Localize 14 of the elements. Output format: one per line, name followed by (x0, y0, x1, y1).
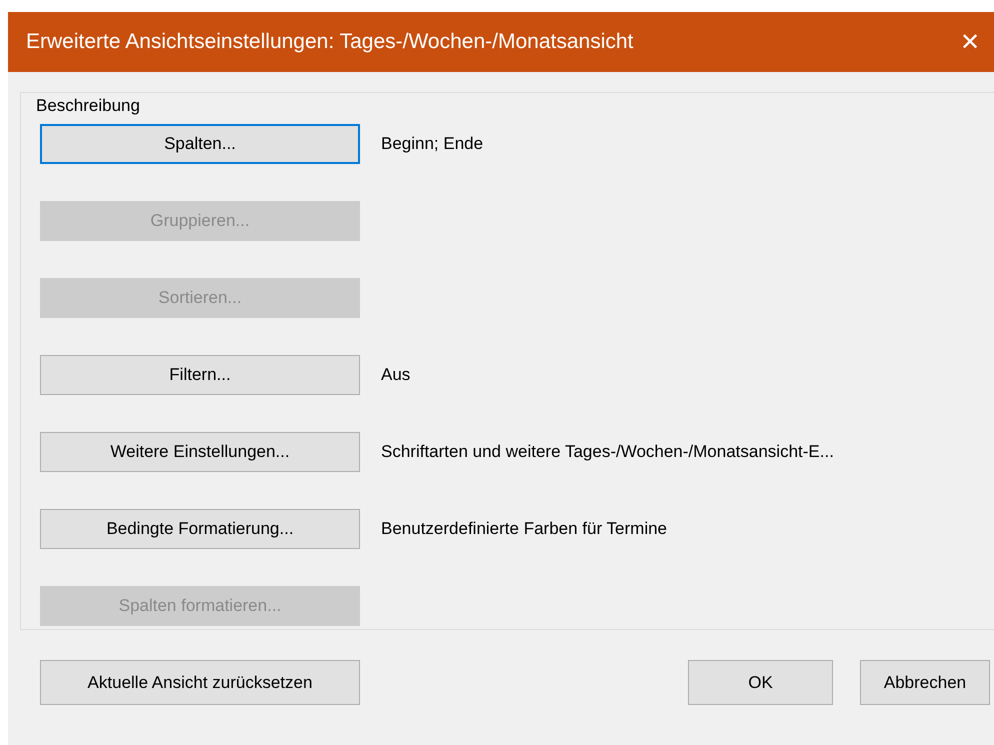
setting-description: Schriftarten und weitere Tages-/Wochen-/Monatsansicht-E... (381, 442, 834, 462)
window-title: Erweiterte Ansichtseinstellungen: Tages-/Wochen-/Monatsansicht (26, 30, 634, 54)
setting-description: Beginn; Ende (381, 134, 484, 154)
reset-view-button[interactable]: Aktuelle Ansicht zurücksetzen (40, 660, 360, 705)
group-label: Beschreibung (36, 96, 141, 116)
option-button[interactable]: Filtern... (40, 355, 360, 395)
option-button[interactable]: Weitere Einstellungen... (40, 432, 360, 472)
ok-button[interactable]: OK (688, 660, 833, 705)
setting-description: Aus (381, 365, 410, 385)
setting-description: Benutzerdefinierte Farben für Termine (381, 519, 668, 539)
cancel-button[interactable]: Abbrechen (860, 660, 990, 705)
option-button[interactable]: Bedingte Formatierung... (40, 509, 360, 549)
option-button[interactable]: Spalten... (40, 124, 360, 164)
close-button[interactable]: ✕ (946, 18, 994, 66)
